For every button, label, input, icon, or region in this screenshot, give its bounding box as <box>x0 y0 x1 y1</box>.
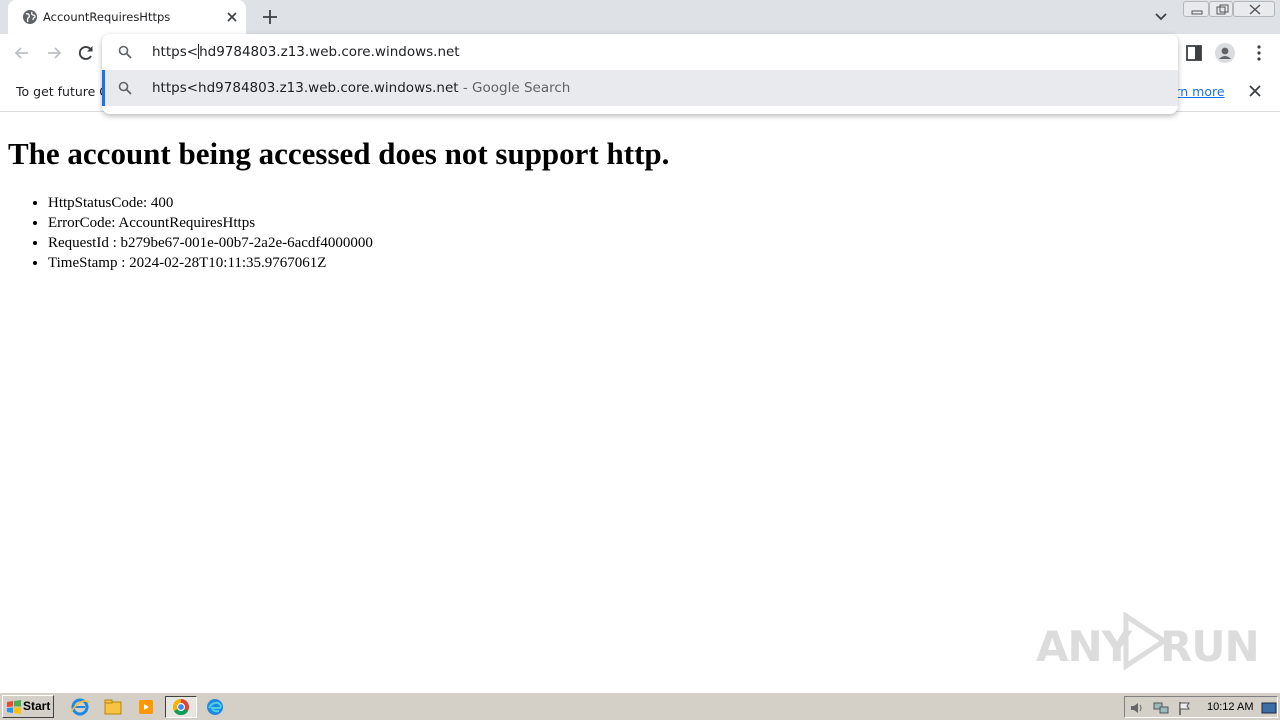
minimize-icon <box>1191 10 1203 15</box>
plus-icon[interactable] <box>260 7 280 27</box>
watermark-text-right: RUN <box>1160 622 1260 671</box>
reload-icon[interactable] <box>76 43 96 63</box>
chrome-taskbar-button[interactable] <box>165 696 197 718</box>
close-icon <box>1249 4 1261 15</box>
tab-title: AccountRequiresHttps <box>43 10 171 24</box>
start-button[interactable]: Start <box>2 695 54 718</box>
more-vertical-icon[interactable] <box>1248 42 1270 64</box>
system-tray: 10:12 AM <box>1124 696 1278 718</box>
network-icon[interactable] <box>1153 700 1169 716</box>
search-icon <box>118 81 132 95</box>
globe-icon <box>23 10 37 24</box>
show-desktop-icon[interactable] <box>1261 700 1277 716</box>
omnibox-text: https<hd9784803.z13.web.core.windows.net <box>152 44 460 60</box>
suggestion-text: https<hd9784803.z13.web.core.windows.net… <box>152 80 570 96</box>
close-icon[interactable] <box>1246 82 1264 100</box>
suggestion-suffix: - Google Search <box>458 80 571 96</box>
chrome-icon <box>172 698 189 716</box>
speaker-icon[interactable] <box>1129 700 1145 716</box>
back-arrow-icon[interactable] <box>12 43 32 63</box>
edge-icon[interactable] <box>202 696 228 718</box>
tab-strip: AccountRequiresHttps <box>0 0 1280 34</box>
error-details-list: HttpStatusCode: 400 ErrorCode: AccountRe… <box>48 194 373 274</box>
list-item: TimeStamp : 2024-02-28T10:11:35.9767061Z <box>48 254 373 274</box>
omnibox-typed-prefix: https< <box>152 44 199 60</box>
close-icon[interactable] <box>224 9 240 25</box>
side-panel-icon[interactable] <box>1183 42 1205 64</box>
window-minimize-button[interactable] <box>1183 1 1209 17</box>
clock: 10:12 AM <box>1207 701 1254 713</box>
media-player-icon[interactable] <box>133 696 159 718</box>
omnibox-input[interactable]: https<hd9784803.z13.web.core.windows.net <box>102 34 1178 70</box>
windows-flag-icon <box>7 700 21 714</box>
page-title: The account being accessed does not supp… <box>8 136 670 171</box>
forward-arrow-icon[interactable] <box>44 43 64 63</box>
file-explorer-icon[interactable] <box>100 696 126 718</box>
window-close-button[interactable] <box>1233 1 1275 17</box>
watermark-text-left: ANY <box>1036 622 1132 671</box>
start-label: Start <box>23 699 51 713</box>
flag-icon[interactable] <box>1177 700 1193 716</box>
tab-active[interactable]: AccountRequiresHttps <box>8 0 246 34</box>
search-icon <box>118 45 132 59</box>
taskbar: Start 10:12 AM <box>0 692 1280 720</box>
profile-avatar-icon[interactable] <box>1214 42 1236 64</box>
list-item: ErrorCode: AccountRequiresHttps <box>48 214 373 234</box>
anyrun-watermark: ANY RUN <box>1036 608 1260 672</box>
omnibox-suggestion[interactable]: https<hd9784803.z13.web.core.windows.net… <box>102 70 1178 106</box>
window-restore-button[interactable] <box>1209 1 1233 17</box>
restore-icon <box>1216 4 1229 15</box>
chevron-down-icon[interactable] <box>1152 8 1170 26</box>
info-bar-text: To get future G <box>16 84 109 99</box>
omnibox-typed-rest: hd9784803.z13.web.core.windows.net <box>199 44 460 60</box>
omnibox-dropdown: https<hd9784803.z13.web.core.windows.net… <box>102 34 1178 114</box>
suggestion-query: https<hd9784803.z13.web.core.windows.net <box>152 80 459 96</box>
list-item: RequestId : b279be67-001e-00b7-2a2e-6acd… <box>48 234 373 254</box>
suggestion-accent <box>102 70 105 106</box>
internet-explorer-icon[interactable] <box>67 696 93 718</box>
list-item: HttpStatusCode: 400 <box>48 194 373 214</box>
